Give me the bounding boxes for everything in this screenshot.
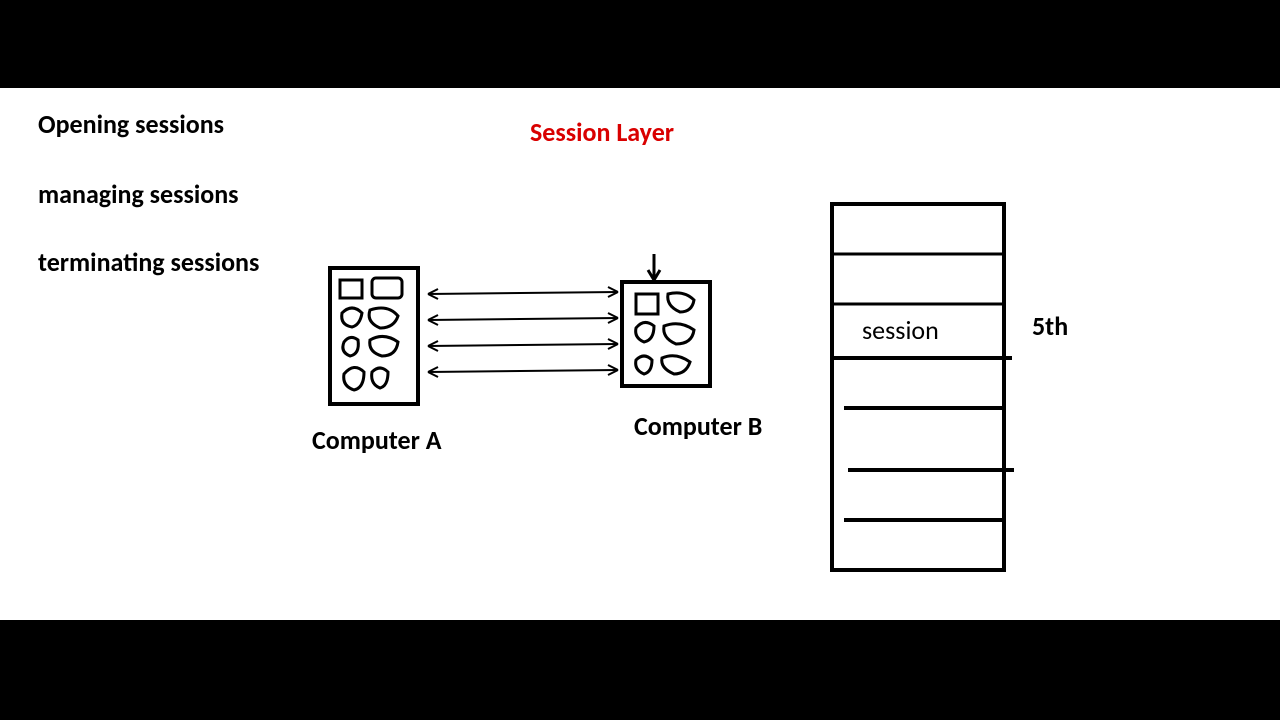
diagram-svg (0, 88, 1280, 620)
session-arrows (428, 287, 618, 377)
osi-stack (832, 204, 1014, 570)
diagram-canvas: Session Layer Opening sessions managing … (0, 88, 1280, 620)
